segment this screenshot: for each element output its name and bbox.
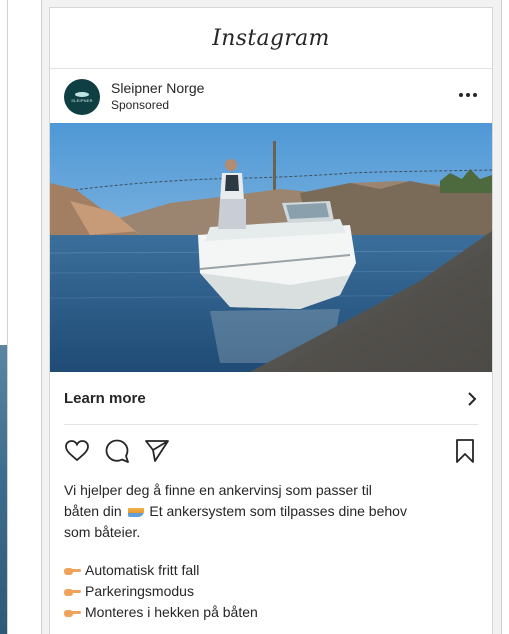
post-header: SLEIPNER Sleipner Norge Sponsored xyxy=(50,69,492,123)
list-item: Automatisk fritt fall xyxy=(64,560,482,581)
dot xyxy=(466,93,470,97)
heart-icon[interactable] xyxy=(64,438,90,464)
pointing-hand-icon xyxy=(64,608,81,617)
divider xyxy=(64,424,478,425)
caption-line: båten din Et ankersystem som tilpasses d… xyxy=(64,501,482,522)
caption-text: båten din xyxy=(64,503,122,519)
sponsored-label: Sponsored xyxy=(111,98,170,112)
caption-text: Et ankersystem som tilpasses dine behov xyxy=(149,503,407,519)
learn-more-row[interactable]: Learn more xyxy=(50,372,492,425)
send-icon[interactable] xyxy=(144,438,170,464)
list-item: Parkeringsmodus xyxy=(64,581,482,602)
feature-list: Automatisk fritt fall Parkeringsmodus Mo… xyxy=(64,560,482,623)
list-item: Monteres i hekken på båten xyxy=(64,602,482,623)
boat-emoji-icon xyxy=(127,508,144,517)
card-frame-left xyxy=(41,0,42,634)
caption-line: Vi hjelper deg å finne en ankervinsj som… xyxy=(64,482,372,498)
fish-logo-icon xyxy=(75,91,89,97)
adjacent-card xyxy=(0,0,8,634)
pointing-hand-icon xyxy=(64,566,81,575)
more-options-icon[interactable] xyxy=(456,87,480,103)
instagram-header: Instagram xyxy=(50,8,492,69)
learn-more-label[interactable]: Learn more xyxy=(64,390,146,407)
card-frame-right xyxy=(501,0,502,634)
avatar[interactable]: SLEIPNER xyxy=(64,79,100,115)
chevron-right-icon[interactable] xyxy=(466,391,478,407)
post-photo[interactable] xyxy=(50,123,492,372)
avatar-brand-text: SLEIPNER xyxy=(71,97,93,103)
instagram-logo: Instagram xyxy=(212,25,330,51)
list-item-text: Automatisk fritt fall xyxy=(85,562,200,578)
list-item-text: Monteres i hekken på båten xyxy=(85,604,258,620)
caption-line: som båteier. xyxy=(64,524,141,540)
instagram-preview-card: Instagram SLEIPNER Sleipner Norge Sponso… xyxy=(41,0,502,634)
account-name[interactable]: Sleipner Norge xyxy=(111,80,204,96)
post-actions xyxy=(50,438,492,468)
instagram-screen: Instagram SLEIPNER Sleipner Norge Sponso… xyxy=(49,7,493,634)
list-item-text: Parkeringsmodus xyxy=(85,583,194,599)
dot xyxy=(473,93,477,97)
pointing-hand-icon xyxy=(64,587,81,596)
post-caption: Vi hjelper deg å finne en ankervinsj som… xyxy=(64,480,482,543)
bookmark-icon[interactable] xyxy=(452,438,478,464)
dot xyxy=(459,93,463,97)
boat-photo xyxy=(50,123,492,372)
comment-icon[interactable] xyxy=(104,438,130,464)
adjacent-card-edge xyxy=(7,0,8,634)
